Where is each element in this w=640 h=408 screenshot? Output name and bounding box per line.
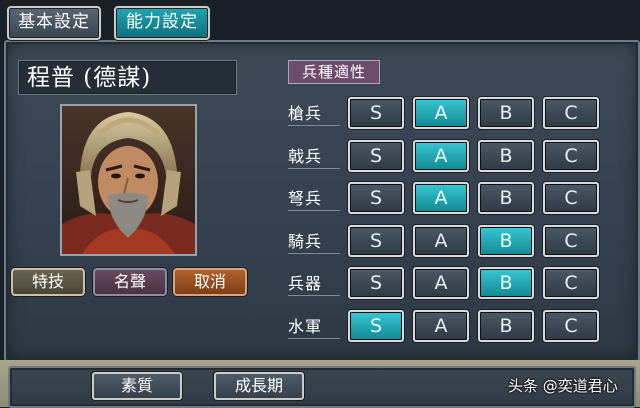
troop-aptitude-title: 兵種適性 (288, 60, 380, 84)
grade-button-b[interactable]: B (478, 309, 534, 342)
grade-button-c[interactable]: C (543, 97, 599, 129)
aptitude-row-label: 弩兵 (288, 188, 340, 211)
officer-portrait (60, 104, 197, 256)
watermark-text: 头条 @奕道君心 (508, 377, 618, 395)
grade-button-b[interactable]: B (478, 224, 534, 257)
grade-button-c[interactable]: C (543, 267, 599, 299)
grade-button-b[interactable]: B (478, 267, 534, 299)
aptitude-row-label: 戟兵 (288, 146, 340, 169)
grade-button-a[interactable]: A (413, 267, 469, 299)
grade-button-s[interactable]: S (348, 97, 404, 129)
grade-button-b[interactable]: B (478, 97, 534, 129)
skill-button[interactable]: 特技 (11, 268, 85, 296)
aptitude-row-label: 騎兵 (288, 231, 340, 254)
fame-button[interactable]: 名聲 (93, 268, 167, 296)
grade-button-c[interactable]: C (543, 309, 599, 342)
grade-button-b[interactable]: B (478, 182, 534, 214)
grade-button-b[interactable]: B (478, 139, 534, 172)
tab-basic-settings[interactable]: 基本設定 (7, 6, 101, 40)
grade-button-a[interactable]: A (413, 309, 469, 342)
grade-button-c[interactable]: C (543, 139, 599, 172)
grade-button-c[interactable]: C (543, 182, 599, 214)
grade-button-a[interactable]: A (413, 97, 469, 129)
growth-period-button[interactable]: 成長期 (214, 372, 304, 400)
grade-button-s[interactable]: S (348, 182, 404, 214)
tab-ability-settings[interactable]: 能力設定 (114, 6, 210, 40)
aptitude-row-label: 槍兵 (288, 103, 340, 126)
grade-button-s[interactable]: S (348, 224, 404, 257)
aptitude-row-label: 兵器 (288, 273, 340, 296)
grade-button-a[interactable]: A (413, 182, 469, 214)
grade-button-s[interactable]: S (348, 267, 404, 299)
quality-button[interactable]: 素質 (92, 372, 182, 400)
grade-button-s[interactable]: S (348, 309, 404, 342)
aptitude-row-label: 水軍 (288, 316, 340, 339)
officer-name: 程普 (德謀) (18, 60, 237, 95)
cancel-button[interactable]: 取消 (173, 268, 247, 296)
portrait-image (62, 106, 195, 254)
grade-button-a[interactable]: A (413, 224, 469, 257)
grade-button-a[interactable]: A (413, 139, 469, 172)
grade-button-c[interactable]: C (543, 224, 599, 257)
grade-button-s[interactable]: S (348, 139, 404, 172)
